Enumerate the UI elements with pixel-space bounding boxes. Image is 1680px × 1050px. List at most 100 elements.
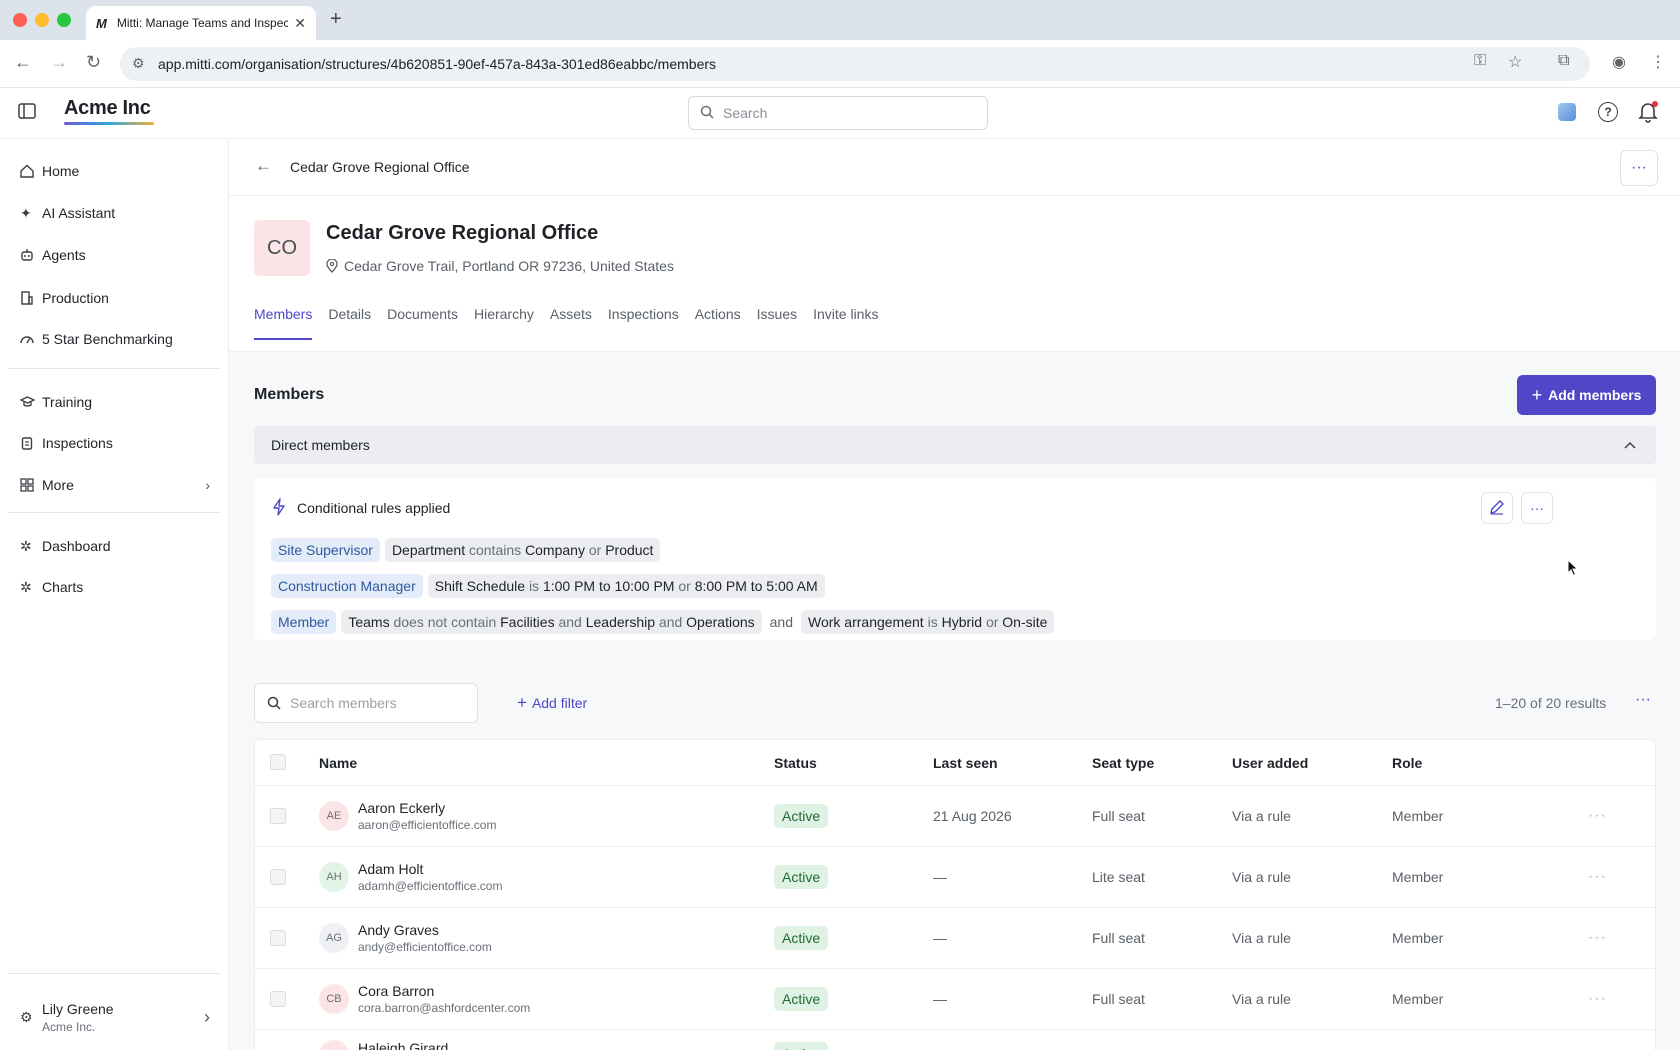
help-icon[interactable]: ?: [1598, 102, 1618, 122]
url-text: app.mitti.com/organisation/structures/4b…: [158, 56, 717, 72]
search-icon: [267, 696, 281, 713]
row-more-icon[interactable]: ···: [1588, 908, 1607, 968]
table-row[interactable]: AG Andy Graves andy@efficientoffice.com A…: [255, 907, 1655, 968]
user-menu[interactable]: ⚙ Lily Greene Acme Inc. ›: [20, 999, 210, 1039]
role-pill[interactable]: Construction Manager: [271, 574, 423, 598]
maximize-window-button[interactable]: [57, 13, 71, 27]
column-header-name[interactable]: Name: [319, 740, 357, 785]
tab-actions[interactable]: Actions: [695, 306, 741, 340]
column-header-role[interactable]: Role: [1392, 740, 1422, 785]
sidebar-item-production[interactable]: Production: [20, 283, 210, 313]
sidebar-item-inspections[interactable]: Inspections: [20, 428, 210, 458]
reload-icon[interactable]: ↻: [86, 52, 101, 73]
member-email: cora.barron@ashfordcenter.com: [358, 1001, 531, 1015]
edit-rules-button[interactable]: [1481, 492, 1513, 524]
tab-documents[interactable]: Documents: [387, 306, 458, 340]
sidebar-item-label: Agents: [42, 247, 86, 263]
table-more-icon[interactable]: ···: [1635, 691, 1651, 709]
column-header-status[interactable]: Status: [774, 740, 817, 785]
extensions-icon[interactable]: ⧉: [1558, 52, 1569, 70]
row-checkbox[interactable]: [270, 869, 286, 885]
forward-arrow-icon[interactable]: →: [50, 52, 68, 73]
rules-more-button[interactable]: ···: [1521, 492, 1553, 524]
browser-window: M Mitti: Manage Teams and Inspections ✕ …: [0, 0, 1680, 1050]
role-pill[interactable]: Member: [271, 610, 337, 634]
last-seen-cell: —: [933, 869, 947, 885]
add-members-button[interactable]: + Add members: [1517, 375, 1656, 415]
table-row[interactable]: HG Haleigh Girard Active: [255, 1029, 1655, 1050]
condition-pill[interactable]: Teams does not contain Facilities and Le…: [341, 610, 762, 634]
rule-row: Construction Manager Shift Schedule is 1…: [271, 574, 830, 598]
browser-menu-icon[interactable]: ⋮: [1650, 52, 1666, 72]
global-search-input[interactable]: Search: [688, 96, 988, 130]
sidebar-toggle-icon[interactable]: [18, 103, 36, 122]
tab-assets[interactable]: Assets: [550, 306, 592, 340]
direct-members-section-header[interactable]: Direct members: [254, 426, 1656, 464]
tab-members[interactable]: Members: [254, 306, 313, 340]
column-header-user-added[interactable]: User added: [1232, 740, 1308, 785]
page-more-button[interactable]: ···: [1620, 150, 1658, 186]
brand-logo[interactable]: Acme Inc: [64, 97, 151, 120]
condition-pill[interactable]: Work arrangement is Hybrid or On-site: [801, 610, 1055, 634]
sidebar-item-home[interactable]: Home: [20, 156, 210, 186]
password-key-icon[interactable]: ⚿: [1474, 52, 1486, 70]
search-members-placeholder: Search members: [290, 695, 397, 711]
tab-hierarchy[interactable]: Hierarchy: [474, 306, 534, 340]
sidebar-item-agents[interactable]: Agents: [20, 240, 210, 270]
member-name: Haleigh Girard: [358, 1040, 449, 1050]
rule-row: Site Supervisor Department contains Comp…: [271, 538, 665, 562]
row-checkbox[interactable]: [270, 808, 286, 824]
back-arrow-icon[interactable]: ←: [14, 52, 32, 73]
notification-bell-icon[interactable]: [1638, 101, 1658, 126]
site-settings-icon[interactable]: ⚙: [132, 55, 145, 72]
sidebar-item-more[interactable]: More ›: [20, 470, 210, 500]
minimize-window-button[interactable]: [35, 13, 49, 27]
new-tab-icon[interactable]: +: [330, 8, 342, 31]
search-placeholder: Search: [723, 105, 768, 121]
ai-sparkle-icon[interactable]: [1558, 103, 1576, 121]
column-header-seat-type[interactable]: Seat type: [1092, 740, 1154, 785]
tab-issues[interactable]: Issues: [757, 306, 797, 340]
user-name: Lily Greene: [42, 1001, 114, 1017]
sidebar-divider: [8, 973, 221, 974]
row-more-icon[interactable]: ···: [1588, 786, 1607, 846]
back-arrow-icon[interactable]: ←: [255, 156, 272, 176]
sidebar-item-training[interactable]: Training: [20, 387, 210, 417]
browser-tab[interactable]: M Mitti: Manage Teams and Inspections ✕: [86, 6, 316, 40]
column-header-last-seen[interactable]: Last seen: [933, 740, 998, 785]
chevron-up-icon: [1624, 436, 1636, 452]
status-badge: Active: [774, 926, 829, 950]
address-bar[interactable]: ⚙ app.mitti.com/organisation/structures/…: [120, 47, 1590, 81]
tab-invite-links[interactable]: Invite links: [813, 306, 878, 340]
sidebar-item-charts[interactable]: ✲ Charts: [20, 572, 210, 602]
close-window-button[interactable]: [13, 13, 27, 27]
close-tab-icon[interactable]: ✕: [294, 15, 306, 32]
condition-operator: contains: [468, 542, 522, 558]
condition-pill[interactable]: Shift Schedule is 1:00 PM to 10:00 PM or…: [427, 574, 825, 598]
add-filter-button[interactable]: + Add filter: [517, 693, 587, 713]
table-row[interactable]: AE Aaron Eckerly aaron@efficientoffice.co…: [255, 785, 1655, 846]
sidebar-item-dashboard[interactable]: ✲ Dashboard: [20, 531, 210, 561]
row-checkbox[interactable]: [270, 991, 286, 1007]
row-more-icon[interactable]: ···: [1588, 969, 1607, 1029]
bookmark-star-icon[interactable]: ☆: [1508, 52, 1522, 72]
last-seen-cell: —: [933, 930, 947, 946]
tab-title: Mitti: Manage Teams and Inspections: [116, 16, 289, 30]
profile-icon[interactable]: ◉: [1612, 52, 1626, 72]
role-pill[interactable]: Site Supervisor: [271, 538, 380, 562]
tab-details[interactable]: Details: [328, 306, 371, 340]
condition-pill[interactable]: Department contains Company or Product: [384, 538, 661, 562]
row-checkbox[interactable]: [270, 930, 286, 946]
mouse-cursor-icon: [1567, 558, 1579, 580]
tab-inspections[interactable]: Inspections: [608, 306, 679, 340]
select-all-checkbox[interactable]: [270, 754, 286, 770]
chevron-right-icon: ›: [205, 477, 210, 493]
condition-value: Company: [525, 542, 585, 558]
table-row[interactable]: AH Adam Holt adamh@efficientoffice.com Ac…: [255, 846, 1655, 907]
lightning-icon: [272, 498, 286, 519]
sidebar-item-5-star-benchmarking[interactable]: 5 Star Benchmarking: [20, 324, 210, 354]
row-more-icon[interactable]: ···: [1588, 847, 1607, 907]
table-row[interactable]: CB Cora Barron cora.barron@ashfordcenter.…: [255, 968, 1655, 1029]
search-members-input[interactable]: Search members: [254, 683, 478, 723]
sidebar-item-ai-assistant[interactable]: ✦ AI Assistant: [20, 198, 210, 228]
